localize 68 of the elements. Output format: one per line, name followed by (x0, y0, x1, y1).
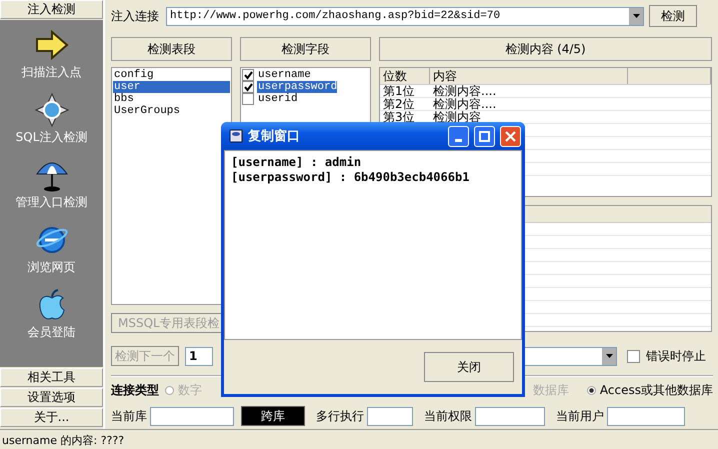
sidebar-button[interactable]: 设置选项 (0, 388, 103, 407)
input-field[interactable] (150, 406, 234, 426)
checkbox[interactable] (242, 81, 254, 93)
checkbox[interactable] (242, 93, 254, 105)
dropdown-icon (606, 354, 612, 358)
column-header[interactable]: 位数 (380, 68, 430, 84)
field-item[interactable]: userpassword (257, 81, 338, 93)
field-label: 当前用户 (556, 408, 604, 424)
url-field[interactable]: http://www.powerhg.com/zhaoshang.asp?bid=22&sid=70 (166, 6, 644, 26)
sidebar-button[interactable]: 相关工具 (0, 368, 103, 387)
apple-icon[interactable] (36, 288, 66, 322)
field-label: 当前库 (111, 408, 147, 424)
field-item[interactable]: userid (257, 93, 298, 105)
fields-header[interactable]: 检测字段 (240, 37, 371, 61)
detect-button[interactable]: 检测 (649, 5, 697, 27)
sidebar-item[interactable]: 管理入口检测 (16, 194, 88, 211)
radio-button[interactable] (586, 386, 596, 394)
table-cell-text: 检测内容.... (432, 85, 498, 97)
compass-icon[interactable] (34, 93, 68, 127)
radio-label: 数字 (178, 382, 202, 398)
checkbox[interactable] (627, 350, 640, 362)
maximize-button[interactable] (474, 126, 495, 146)
sidebar-button[interactable]: 关于... (0, 408, 103, 427)
table-cell-text: 第3位 (382, 111, 416, 123)
sidebar-tab[interactable]: 注入检测 (0, 0, 103, 19)
field-item[interactable]: username (257, 69, 311, 81)
field-label: 多行执行 (316, 408, 364, 424)
text-area[interactable]: [username] : admin [userpassword] : 6b490b3ecb4066b1 (224, 150, 522, 340)
input-field[interactable] (607, 406, 685, 426)
radio-label: 数据库 (532, 382, 569, 398)
dropdown-icon (632, 14, 640, 18)
cross-db-button[interactable]: 跨库 (241, 406, 305, 426)
arrow-icon[interactable] (34, 28, 68, 62)
content-header[interactable]: 检测内容 (4/5) (379, 37, 712, 61)
table-cell-text: 检测内容 (432, 111, 482, 123)
table-item[interactable]: user (113, 81, 230, 93)
status-text: username 的内容: ???? (2, 432, 124, 448)
table-cell-text: 第1位 (382, 85, 416, 97)
text-line: [userpassword] : 6b490b3ecb4066b1 (231, 170, 470, 185)
sidebar-item[interactable]: 会员登陆 (28, 324, 76, 341)
maximize-icon (479, 130, 490, 142)
dialog-title: 复制窗口 (248, 128, 300, 145)
url-label: 注入连接 (111, 8, 159, 24)
input-field[interactable] (367, 406, 413, 426)
sidebar-item[interactable]: SQL注入检测 (16, 129, 88, 146)
close-icon (505, 130, 516, 142)
sidebar-item[interactable]: 浏览网页 (28, 259, 76, 276)
tables-header[interactable]: 检测表段 (111, 37, 232, 61)
column-header[interactable]: 内容 (430, 68, 628, 84)
minimize-button[interactable] (448, 126, 469, 146)
checkbox-label: 错误时停止 (646, 348, 706, 364)
count-field[interactable]: 1 (185, 346, 213, 366)
checkbox[interactable] (242, 69, 254, 81)
database-icon (229, 129, 243, 143)
text-line: [username] : admin (231, 155, 362, 170)
table-item[interactable]: config (113, 69, 230, 81)
radio-label: Access或其他数据库 (600, 382, 713, 398)
table-cell-text: 检测内容.... (432, 98, 498, 110)
table-item[interactable]: bbs (113, 93, 230, 105)
table-item[interactable]: UserGroups (113, 105, 230, 117)
input-field[interactable] (475, 406, 545, 426)
radio-button[interactable] (165, 386, 174, 394)
close-button[interactable] (500, 126, 521, 146)
sidebar-item[interactable]: 扫描注入点 (22, 64, 82, 81)
connection-label: 连接类型 (111, 382, 159, 398)
table-cell-text: 第2位 (382, 98, 416, 110)
field-label: 当前权限 (424, 408, 472, 424)
close-dialog-button[interactable]: 关闭 (424, 352, 514, 382)
